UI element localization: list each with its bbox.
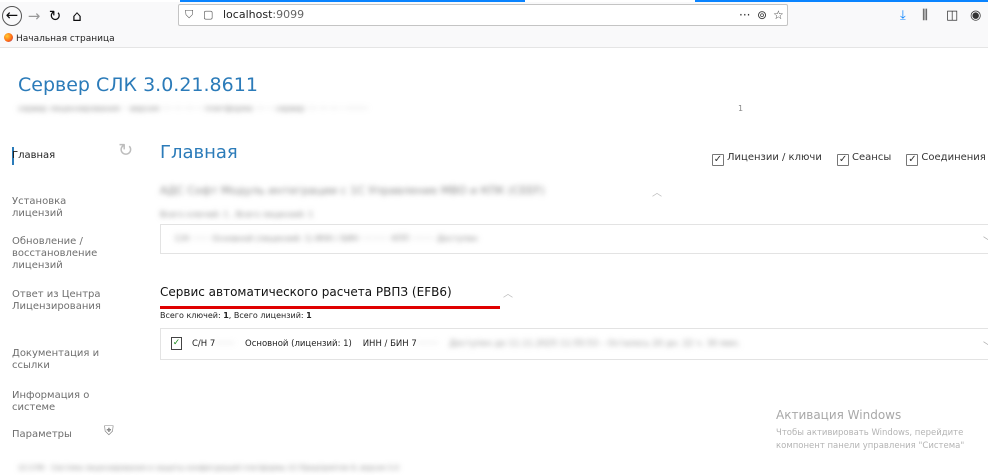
browser-toolbar: ← → ↻ ⌂ ⛉ ▢ localhost:9099 ··· ⊚ ☆ ⤓ ⫼ ◫… xyxy=(0,2,988,30)
chevron-up-icon[interactable]: ︿ xyxy=(503,285,513,300)
pocket-icon[interactable]: ⊚ xyxy=(757,5,767,25)
refresh-icon[interactable]: ↻ xyxy=(118,140,133,161)
license-row-text: С/Н ······· Основной (лицензий: 1) ИНН /… xyxy=(175,234,478,243)
chevron-down-icon[interactable]: ﹀ xyxy=(983,233,988,248)
firefox-icon xyxy=(4,33,13,42)
shield-tracking-icon[interactable]: ⛉ xyxy=(185,6,193,24)
serial-prefix: С/Н 7 xyxy=(192,339,216,349)
bookmarks-bar: Начальная страница xyxy=(0,30,988,48)
server-info-blurred: сервер лицензирования ·· версия ···· ···… xyxy=(18,104,369,113)
separator: , xyxy=(228,311,232,320)
license-status: Доступен до 11.11.2025 11:55:53 – Остало… xyxy=(449,339,741,349)
license-row[interactable]: ✓ С/Н 7······· Основной (лицензий: 1) ИН… xyxy=(160,328,988,360)
inn-hidden: ········ xyxy=(416,339,439,349)
url-host: localhost xyxy=(223,8,273,21)
bookmark-home-page[interactable]: Начальная страница xyxy=(4,31,115,47)
license-group-meta: Всего ключей: 1, Всего лицензий: 1 xyxy=(160,311,312,320)
filter-licenses-label: Лицензии / ключи xyxy=(727,152,822,163)
checkbox-connections[interactable]: ✓ xyxy=(906,154,919,166)
windows-activation-title: Активация Windows xyxy=(776,408,902,422)
inn-prefix: ИНН / БИН 7 xyxy=(362,339,417,349)
filter-connections[interactable]: ✓ Соединения xyxy=(906,152,986,166)
licenses-label: Всего лицензий: xyxy=(233,311,304,320)
sidebar-toggle-icon[interactable]: ◫ xyxy=(946,6,958,26)
filter-sessions-label: Сеансы xyxy=(852,152,892,163)
keys-label: Всего ключей: xyxy=(160,311,221,320)
serial-hidden: ······· xyxy=(215,339,235,349)
filter-sessions[interactable]: ✓ Сеансы xyxy=(837,152,891,166)
filter-connections-label: Соединения xyxy=(921,152,986,163)
licenses-count: 1 xyxy=(306,311,312,320)
document-check-icon: ✓ xyxy=(171,337,182,350)
app-title: Сервер СЛК 3.0.21.8611 xyxy=(18,74,258,96)
forward-arrow-icon[interactable]: → xyxy=(24,6,44,26)
nav-update-restore-licenses[interactable]: Обновление / восстановление лицензий xyxy=(12,236,97,272)
server-info-tail: 1 xyxy=(738,104,744,113)
nav-system-info[interactable]: Информация о системе xyxy=(12,390,89,414)
url-bar[interactable]: ⛉ ▢ localhost:9099 ··· ⊚ ☆ xyxy=(178,4,788,26)
home-icon[interactable]: ⌂ xyxy=(67,6,87,26)
windows-activation-line1: Чтобы активировать Windows, перейдите xyxy=(776,428,964,438)
nav-licensing-center-response[interactable]: Ответ из Центра Лицензирования xyxy=(12,289,101,313)
server-info-line: сервер лицензирования ·· версия ···· ···… xyxy=(18,104,743,113)
library-icon[interactable]: ⫼ xyxy=(922,6,928,26)
download-icon[interactable]: ⤓ xyxy=(900,6,906,26)
license-group-title[interactable]: АДС Софт Модуль интеграции с 1С Управлен… xyxy=(160,184,545,197)
license-group-title[interactable]: Сервис автоматического расчета РВПЗ (EFB… xyxy=(160,285,452,299)
nav-install-licenses[interactable]: Установка лицензий xyxy=(12,196,66,220)
nav-home[interactable]: Главная xyxy=(12,150,55,162)
license-row[interactable]: С/Н ······· Основной (лицензий: 1) ИНН /… xyxy=(160,224,988,254)
checkbox-licenses[interactable]: ✓ xyxy=(712,154,724,166)
footer-text: 1С:СЛК · Система лицензирования и защиты… xyxy=(18,464,400,472)
bookmark-star-icon[interactable]: ☆ xyxy=(773,5,784,25)
view-filters: ✓ Лицензии / ключи ✓ Сеансы ✓ Соединения xyxy=(712,152,988,166)
license-group-meta: Всего ключей: 1 , Всего лицензий: 1 xyxy=(160,210,314,219)
chevron-up-icon[interactable]: ︿ xyxy=(652,184,662,199)
chevron-down-icon[interactable]: ﹀ xyxy=(983,338,988,353)
page-title: Главная xyxy=(160,142,238,163)
license-kind: Основной (лицензий: 1) xyxy=(245,339,352,349)
nav-documentation[interactable]: Документация и ссылки xyxy=(12,348,99,372)
reload-icon[interactable]: ↻ xyxy=(45,6,65,26)
account-icon[interactable]: ◉ xyxy=(970,6,981,26)
shield-icon: ⛨ xyxy=(104,424,114,439)
red-underline-annotation xyxy=(160,306,500,309)
license-row-text: С/Н 7······· Основной (лицензий: 1) ИНН … xyxy=(192,339,740,349)
page-actions-icon[interactable]: ··· xyxy=(739,5,750,25)
filter-licenses[interactable]: ✓ Лицензии / ключи xyxy=(712,152,822,166)
page-info-icon[interactable]: ▢ xyxy=(203,6,213,24)
url-port: :9099 xyxy=(272,8,305,21)
checkbox-sessions[interactable]: ✓ xyxy=(837,154,850,166)
bookmark-label: Начальная страница xyxy=(16,34,115,44)
windows-activation-line2: компонент панели управления "Система" xyxy=(776,441,965,451)
back-arrow-icon[interactable]: ← xyxy=(2,6,22,26)
nav-settings[interactable]: Параметры xyxy=(12,429,72,441)
url-text[interactable]: localhost:9099 xyxy=(223,5,304,25)
